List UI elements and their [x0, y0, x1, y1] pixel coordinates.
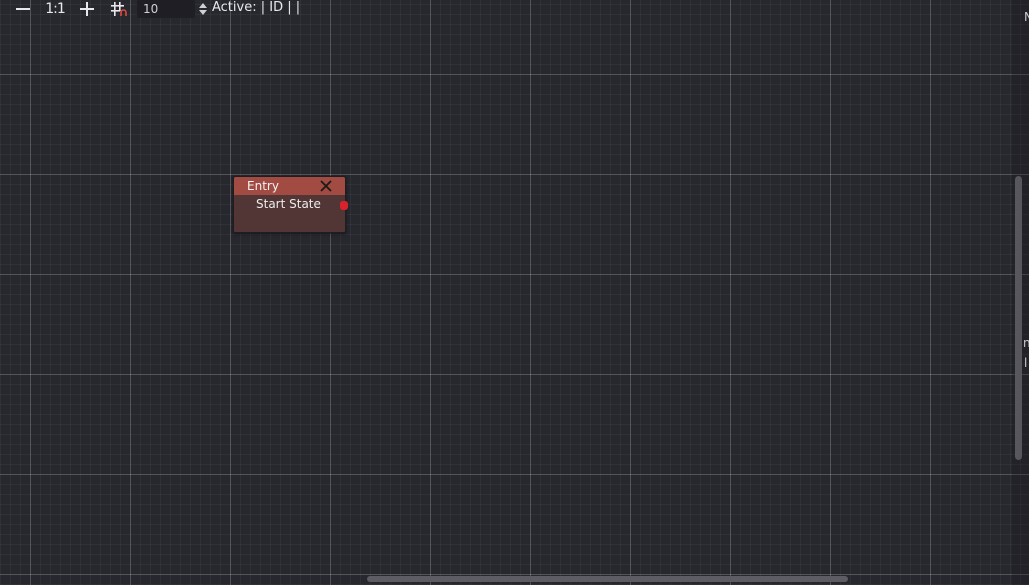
side-panel-clipped-text: N	[1024, 10, 1029, 24]
snap-step-input[interactable]	[137, 0, 189, 18]
minus-icon	[16, 8, 30, 10]
vertical-scroll-thumb[interactable]	[1015, 176, 1022, 460]
zoom-in-button[interactable]	[76, 0, 98, 18]
node-slot-label: Start State	[256, 197, 321, 211]
node-header[interactable]: Entry	[234, 177, 345, 195]
active-state-label: Active: | ID | |	[212, 0, 301, 15]
output-port[interactable]	[340, 201, 348, 210]
side-panel-clipped-text: n	[1023, 336, 1029, 350]
node-title: Entry	[247, 179, 279, 193]
plus-icon	[80, 2, 94, 16]
snap-step-field	[137, 0, 195, 18]
graph-canvas[interactable]: 1:1 Active: | ID | |	[0, 0, 1029, 585]
snap-toggle-button[interactable]	[108, 0, 130, 18]
zoom-out-button[interactable]	[12, 0, 34, 18]
entry-node[interactable]: Entry Start State	[233, 176, 348, 233]
spinner-arrows-icon[interactable]	[198, 1, 208, 17]
close-icon[interactable]	[318, 178, 334, 194]
zoom-reset-button[interactable]: 1:1	[44, 0, 66, 18]
horizontal-scroll-thumb[interactable]	[367, 576, 848, 582]
side-panel-clipped-text: l	[1024, 356, 1028, 370]
zoom-reset-label: 1:1	[45, 1, 66, 17]
grid-snap-icon	[111, 2, 127, 16]
